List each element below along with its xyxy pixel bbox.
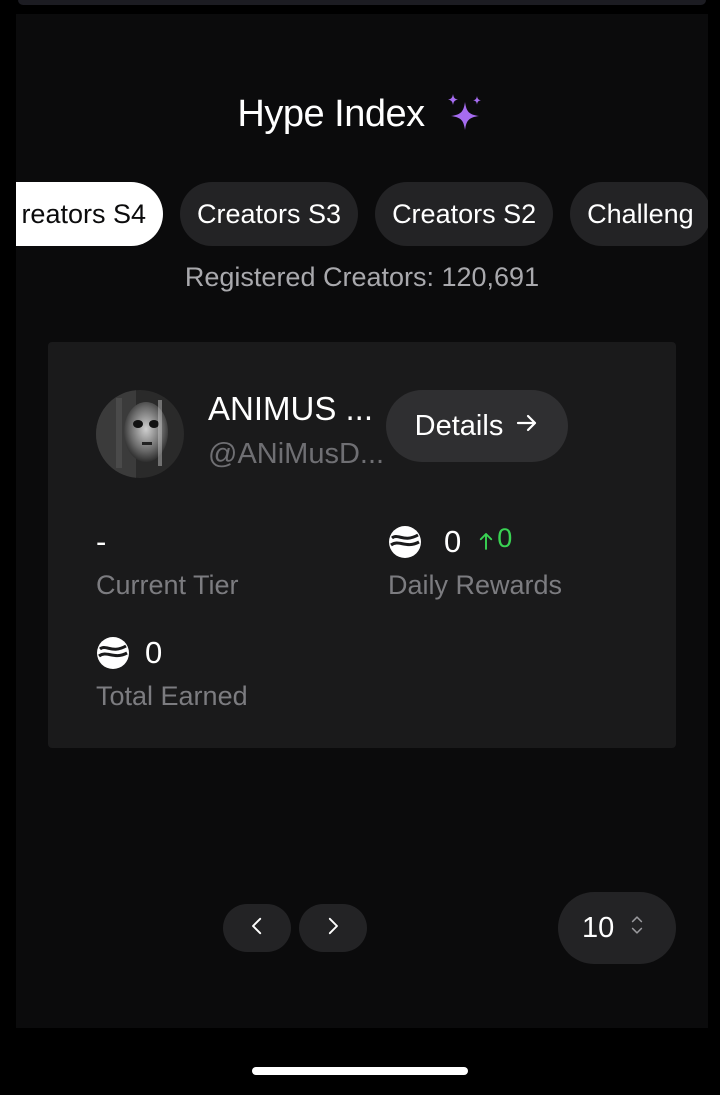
daily-rewards-value: 0 0: [388, 523, 512, 560]
top-strip: [18, 0, 706, 5]
arrow-right-icon: [515, 410, 539, 443]
tab-creators-s4[interactable]: reators S4: [16, 182, 163, 246]
page-title: Hype Index: [237, 92, 425, 135]
avatar[interactable]: [96, 390, 184, 478]
tab-challenges[interactable]: Challeng: [570, 182, 708, 246]
chevron-right-icon: [325, 915, 341, 942]
daily-rewards-delta-value: 0: [497, 522, 513, 553]
coin-icon: [96, 636, 130, 670]
tab-label: Creators S3: [197, 198, 342, 229]
current-tier-text: -: [96, 524, 107, 559]
tab-label: Creators S2: [392, 198, 537, 229]
registered-creators-count: Registered Creators: 120,691: [184, 262, 540, 292]
next-page-button[interactable]: [299, 904, 367, 952]
tab-label: reators S4: [21, 198, 146, 229]
season-tabs: reators S4 Creators S3 Creators S2 Chall…: [16, 182, 708, 246]
creator-handle: @ANiMusD...: [208, 438, 385, 470]
title-row: Hype Index: [16, 92, 708, 136]
tab-creators-s2[interactable]: Creators S2: [375, 182, 554, 246]
page-size-select[interactable]: 10: [558, 892, 676, 964]
arrow-up-icon: [479, 527, 493, 558]
total-earned-value: 0: [96, 635, 162, 671]
current-tier-value: -: [96, 524, 106, 560]
coin-icon: [388, 525, 422, 559]
daily-rewards-delta: 0: [479, 523, 512, 558]
daily-rewards-amount: 0: [444, 524, 462, 559]
chevron-left-icon: [249, 915, 265, 942]
tab-creators-s3[interactable]: Creators S3: [180, 182, 359, 246]
home-indicator[interactable]: [252, 1067, 468, 1075]
sparkles-icon: [443, 92, 487, 136]
page-size-value: 10: [582, 911, 615, 944]
updown-chevron-icon: [630, 912, 644, 945]
current-tier-label: Current Tier: [96, 570, 239, 600]
details-button[interactable]: Details: [386, 390, 568, 462]
tab-label: Challeng: [587, 198, 694, 229]
hype-index-panel: Hype Index reators S4 Creators S3 Creato…: [16, 14, 708, 1028]
details-label: Details: [414, 409, 504, 442]
creator-card: ANIMUS ... @ANiMusD... Details - Current…: [48, 342, 676, 748]
total-earned-amount: 0: [145, 635, 163, 670]
previous-page-button[interactable]: [223, 904, 291, 952]
creator-name: ANIMUS ...: [208, 390, 374, 427]
daily-rewards-label: Daily Rewards: [388, 570, 563, 600]
total-earned-label: Total Earned: [96, 681, 248, 711]
